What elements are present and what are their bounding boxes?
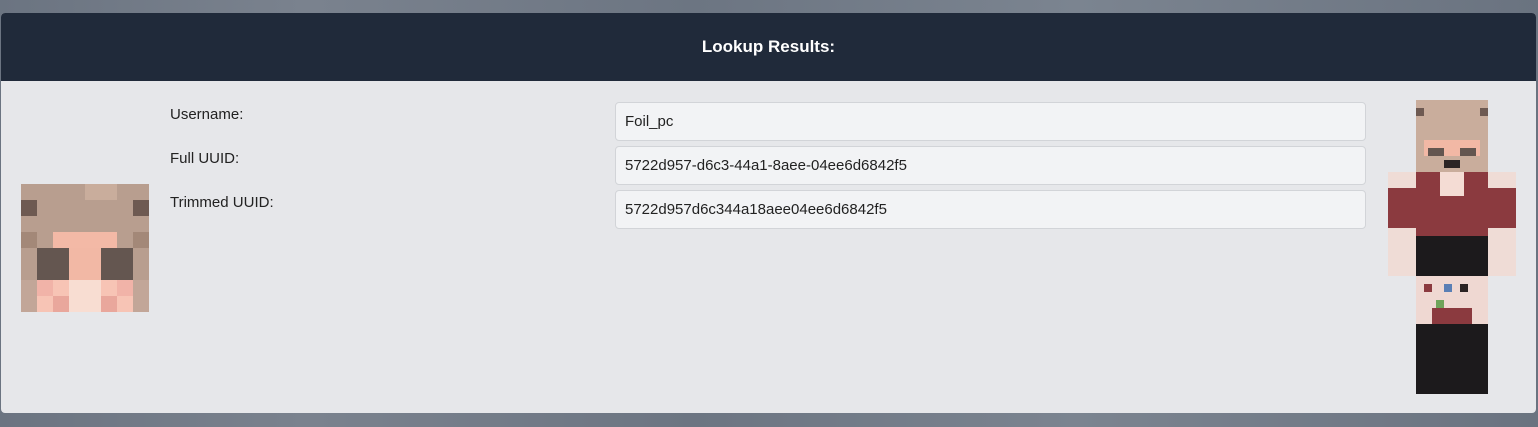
username-field[interactable]: Foil_pc (615, 102, 1366, 141)
trimmed-uuid-label: Trimmed UUID: (170, 194, 274, 211)
full-uuid-field[interactable]: 5722d957-d6c3-44a1-8aee-04ee6d6842f5 (615, 146, 1366, 185)
card-header: Lookup Results: (1, 13, 1536, 81)
card-title: Lookup Results: (701, 37, 836, 56)
lookup-results-card: Lookup Results: Username: Foil_pc Full U… (1, 13, 1536, 413)
player-skin-body (1388, 100, 1516, 394)
player-head-avatar (21, 184, 149, 312)
username-label: Username: (170, 106, 244, 123)
trimmed-uuid-field[interactable]: 5722d957d6c344a18aee04ee6d6842f5 (615, 190, 1366, 229)
full-uuid-label: Full UUID: (170, 150, 240, 167)
